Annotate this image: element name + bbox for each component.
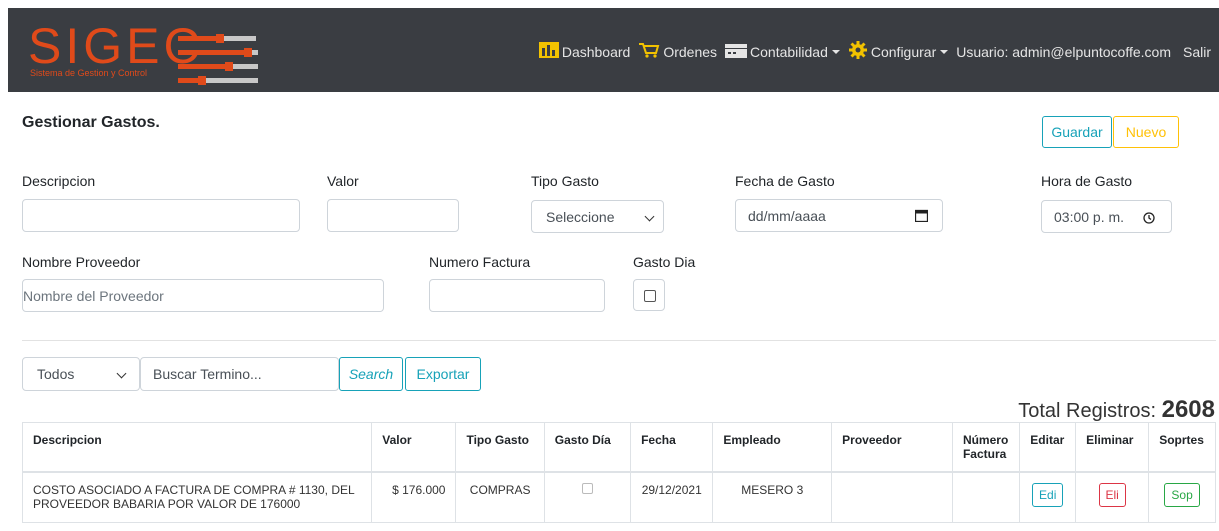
descripcion-input[interactable]: [22, 199, 300, 232]
export-button[interactable]: Exportar: [405, 357, 481, 391]
col-eliminar: Eliminar: [1075, 422, 1150, 473]
nav-usuario: Usuario: admin@elpuntocoffe.com: [956, 44, 1171, 60]
tipo-gasto-select[interactable]: Seleccione: [531, 200, 664, 233]
nav-salir[interactable]: Salir: [1183, 44, 1211, 60]
valor-label: Valor: [327, 173, 359, 189]
factura-label: Numero Factura: [429, 254, 531, 270]
col-soportes: Soprtes: [1148, 422, 1216, 473]
descripcion-label: Descripcion: [22, 173, 96, 189]
search-input[interactable]: Buscar Termino...: [140, 357, 339, 391]
gasto-dia-label: Gasto Dia: [633, 254, 696, 270]
nav-configurar[interactable]: Configurar: [848, 40, 949, 63]
total-records: Total Registros: 2608: [1018, 396, 1215, 424]
user-email: Usuario: admin@elpuntocoffe.com: [956, 43, 1171, 60]
cell-gasto-dia: [543, 471, 632, 523]
cart-icon: [638, 42, 660, 61]
table-header-row: Descripcion Valor Tipo Gasto Gasto Día F…: [21, 422, 1216, 473]
chart-icon: [538, 42, 559, 61]
calendar-icon[interactable]: [914, 209, 929, 225]
col-empleado[interactable]: Empleado: [712, 422, 833, 473]
fecha-input[interactable]: dd/mm/aaaa: [735, 199, 943, 232]
chevron-down-icon: [940, 49, 949, 54]
chevron-down-icon: [831, 49, 840, 54]
chevron-down-icon: [644, 211, 655, 222]
filter-select[interactable]: Todos: [22, 357, 140, 391]
total-value: 2608: [1161, 396, 1215, 423]
logout-link[interactable]: Salir: [1183, 44, 1211, 60]
tipo-gasto-selected: Seleccione: [546, 208, 615, 225]
cell-soportes: Sop: [1148, 471, 1216, 523]
nav-dashboard-label: Dashboard: [561, 43, 631, 60]
col-tipo-gasto[interactable]: Tipo Gasto: [455, 422, 545, 473]
delete-button[interactable]: Eli: [1098, 483, 1126, 507]
nav-ordenes[interactable]: Ordenes: [638, 42, 717, 61]
supports-button[interactable]: Sop: [1164, 483, 1200, 507]
proveedor-placeholder: Nombre del Proveedor: [23, 287, 164, 304]
expenses-table: Descripcion Valor Tipo Gasto Gasto Día F…: [21, 422, 1216, 523]
cell-fecha: 29/12/2021: [630, 471, 714, 523]
fecha-label: Fecha de Gasto: [735, 173, 835, 189]
hora-input[interactable]: 03:00 p. m.: [1041, 200, 1172, 233]
sigec-logo[interactable]: SIGEC Sistema de Gestion y Control: [28, 18, 268, 85]
checkbox-box: [644, 290, 656, 302]
search-button[interactable]: Search: [339, 357, 403, 391]
nav-menu: Dashboard Ordenes Contabilidad Configura…: [531, 40, 1211, 63]
cell-tipo-gasto: COMPRAS: [455, 471, 545, 523]
factura-input[interactable]: [429, 279, 605, 312]
col-gasto-dia[interactable]: Gasto Día: [543, 422, 632, 473]
page-title: Gestionar Gastos.: [22, 114, 160, 131]
cell-proveedor: [831, 471, 953, 523]
new-button[interactable]: Nuevo: [1113, 116, 1179, 148]
search-placeholder: Buscar Termino...: [153, 366, 262, 382]
cell-numero-factura: [951, 471, 1021, 523]
nav-dashboard[interactable]: Dashboard: [538, 42, 631, 61]
col-fecha[interactable]: Fecha: [630, 422, 714, 473]
proveedor-input[interactable]: Nombre del Proveedor: [22, 279, 384, 312]
chevron-down-icon: [116, 368, 127, 379]
cell-editar: Edi: [1019, 471, 1077, 523]
top-navbar: SIGEC Sistema de Gestion y Control Dashb…: [8, 8, 1219, 92]
divider: [22, 340, 1216, 341]
logo-sliders-icon: [178, 30, 258, 85]
nav-contabilidad-label: Contabilidad: [750, 43, 828, 60]
hora-label: Hora de Gasto: [1041, 173, 1133, 189]
hora-value: 03:00 p. m.: [1054, 208, 1125, 225]
save-button[interactable]: Guardar: [1042, 116, 1112, 148]
cash-register-icon: [725, 42, 748, 61]
cell-descripcion: COSTO ASOCIADO A FACTURA DE COMPRA # 113…: [21, 471, 373, 523]
col-numero-factura[interactable]: Número Factura: [951, 422, 1021, 473]
table-row[interactable]: COSTO ASOCIADO A FACTURA DE COMPRA # 113…: [21, 471, 1216, 523]
nav-contabilidad[interactable]: Contabilidad: [725, 42, 840, 61]
gear-icon: [848, 40, 868, 63]
tipo-gasto-label: Tipo Gasto: [531, 173, 599, 189]
proveedor-label: Nombre Proveedor: [22, 254, 141, 270]
logo-subtitle: Sistema de Gestion y Control: [30, 68, 148, 78]
cell-eliminar: Eli: [1075, 471, 1150, 523]
nav-ordenes-label: Ordenes: [663, 43, 718, 60]
col-valor[interactable]: Valor: [371, 422, 457, 473]
edit-button[interactable]: Edi: [1032, 483, 1064, 507]
gasto-dia-checkbox[interactable]: [633, 279, 665, 311]
fecha-placeholder: dd/mm/aaaa: [748, 207, 826, 224]
gasto-dia-row-checkbox[interactable]: [581, 483, 593, 494]
nav-configurar-label: Configurar: [870, 43, 937, 60]
total-label: Total Registros:: [1018, 400, 1157, 422]
col-editar: Editar: [1019, 422, 1077, 473]
cell-empleado: MESERO 3: [712, 471, 833, 523]
cell-valor: $ 176.000: [371, 471, 457, 523]
valor-input[interactable]: [327, 199, 459, 232]
col-proveedor[interactable]: Proveedor: [831, 422, 953, 473]
filter-selected: Todos: [37, 366, 75, 382]
clock-icon[interactable]: [1143, 211, 1155, 227]
col-descripcion[interactable]: Descripcion: [21, 422, 373, 473]
